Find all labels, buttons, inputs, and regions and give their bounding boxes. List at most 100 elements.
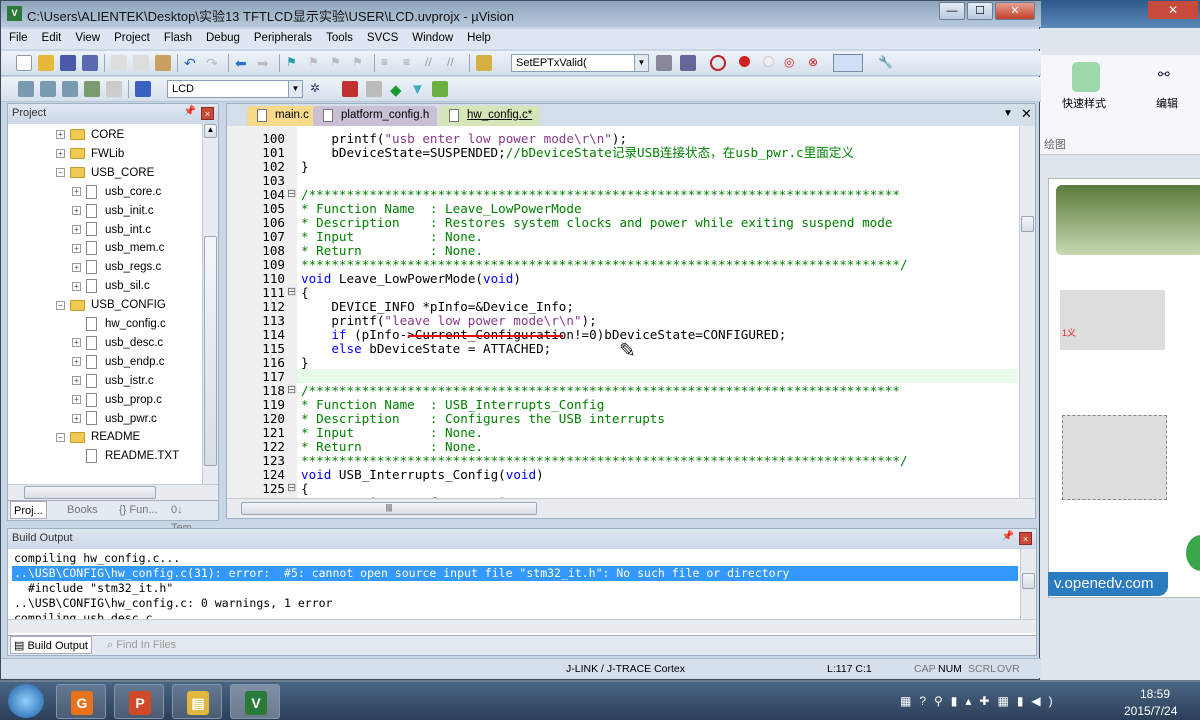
- collapse-icon[interactable]: −: [56, 168, 65, 178]
- code-line[interactable]: bDeviceState=SUSPENDED;//bDeviceState记录U…: [301, 146, 854, 160]
- tab-hw-config-c[interactable]: hw_config.c*: [439, 106, 541, 126]
- build-output-line[interactable]: compiling hw_config.c...: [14, 551, 180, 566]
- build-output-line[interactable]: ..\USB\CONFIG\hw_config.c(31): error: #5…: [12, 566, 1018, 581]
- pin-icon[interactable]: 📌: [1002, 531, 1014, 542]
- tab-project[interactable]: Proj...: [10, 501, 47, 519]
- code-line[interactable]: /***************************************…: [301, 188, 900, 202]
- code-line[interactable]: * Return : None.: [301, 244, 483, 258]
- new-file-icon[interactable]: [16, 55, 32, 71]
- menu-flash[interactable]: Flash: [156, 29, 198, 44]
- env-icon[interactable]: [432, 81, 448, 97]
- code-line[interactable]: {: [301, 286, 309, 300]
- build-output-line[interactable]: #include "stm32_it.h": [14, 581, 173, 596]
- kill-all-breakpoints-icon[interactable]: ⊗: [808, 55, 824, 71]
- save-icon[interactable]: [60, 55, 76, 71]
- tree-item[interactable]: + CORE: [56, 127, 124, 143]
- expand-icon[interactable]: +: [72, 281, 81, 291]
- close-panel-icon[interactable]: ×: [1019, 532, 1032, 545]
- tree-item[interactable]: − README: [56, 429, 140, 445]
- editor-horizontal-scrollbar[interactable]: |||: [227, 498, 1035, 518]
- scroll-thumb[interactable]: [1022, 573, 1035, 589]
- tree-item[interactable]: + FWLib: [56, 146, 124, 162]
- manage-components-icon[interactable]: [342, 81, 358, 97]
- menu-help[interactable]: Help: [459, 29, 497, 44]
- copy-icon[interactable]: [133, 55, 149, 71]
- redo-icon[interactable]: ↷: [206, 55, 222, 71]
- close-button[interactable]: ✕: [995, 2, 1035, 20]
- expand-icon[interactable]: +: [72, 262, 81, 272]
- find-combo[interactable]: SetEPTxValid(▼: [511, 54, 649, 72]
- expand-icon[interactable]: +: [72, 224, 81, 234]
- debug-session-icon[interactable]: [710, 55, 726, 71]
- clear-bookmarks-icon[interactable]: ⚑: [352, 55, 368, 71]
- scroll-up-icon[interactable]: ▲: [204, 124, 217, 138]
- menu-edit[interactable]: Edit: [34, 29, 68, 44]
- tree-item[interactable]: + usb_endp.c: [72, 354, 164, 370]
- expand-icon[interactable]: +: [72, 187, 81, 197]
- expand-icon[interactable]: +: [72, 206, 81, 216]
- maximize-button[interactable]: ☐: [967, 2, 993, 20]
- select-packs-icon[interactable]: [366, 81, 382, 97]
- code-line[interactable]: * Description : Configures the USB inter…: [301, 412, 665, 426]
- code-line[interactable]: * Function Name : USB_Interrupts_Config: [301, 398, 604, 412]
- rebuild-icon[interactable]: [62, 81, 78, 97]
- build-icon[interactable]: [40, 81, 56, 97]
- editor-vertical-scrollbar[interactable]: [1019, 126, 1035, 498]
- bookmark-icon[interactable]: ⚑: [286, 55, 302, 71]
- build-output-text[interactable]: compiling hw_config.c... ..\USB\CONFIG\hw…: [8, 549, 1018, 619]
- tab-templates[interactable]: 0↓ Tem...: [168, 501, 218, 534]
- clock-date[interactable]: 2015/7/24: [1124, 704, 1177, 718]
- quick-styles-icon[interactable]: [1072, 62, 1100, 92]
- taskbar-file-explorer[interactable]: ▤: [172, 684, 222, 719]
- collapse-icon[interactable]: −: [56, 432, 65, 442]
- tree-item[interactable]: README.TXT: [72, 448, 179, 464]
- menu-project[interactable]: Project: [106, 29, 156, 44]
- nav-forward-icon[interactable]: ➡: [257, 55, 273, 71]
- expand-icon[interactable]: +: [56, 130, 65, 140]
- translate-icon[interactable]: [18, 81, 34, 97]
- chevron-down-icon[interactable]: ▼: [634, 55, 648, 71]
- target-combo[interactable]: LCD ▼: [167, 80, 303, 98]
- save-all-icon[interactable]: [82, 55, 98, 71]
- code-line[interactable]: * Description : Restores system clocks a…: [301, 216, 892, 230]
- scroll-thumb[interactable]: [204, 236, 217, 466]
- menu-svcs[interactable]: SVCS: [359, 29, 404, 44]
- next-bookmark-icon[interactable]: ⚑: [330, 55, 346, 71]
- tree-item[interactable]: + usb_mem.c: [72, 240, 164, 256]
- code-line[interactable]: * Return : None.: [301, 440, 483, 454]
- clock-time[interactable]: 18:59: [1140, 687, 1170, 701]
- window-layout-button[interactable]: [833, 54, 863, 72]
- rte-icon[interactable]: ▼: [410, 81, 426, 98]
- pin-icon[interactable]: 📌: [184, 106, 196, 117]
- tab-list-chevron-icon[interactable]: ▼: [1003, 108, 1013, 119]
- scroll-thumb[interactable]: [24, 486, 156, 499]
- tree-item[interactable]: + usb_desc.c: [72, 335, 163, 351]
- start-button[interactable]: [8, 684, 44, 718]
- menu-file[interactable]: File: [1, 29, 34, 44]
- tree-item[interactable]: − USB_CONFIG: [56, 297, 166, 313]
- expand-icon[interactable]: +: [72, 338, 81, 348]
- taskbar-uvision[interactable]: V: [230, 684, 280, 719]
- tab-functions[interactable]: {} Fun...: [116, 501, 161, 519]
- cut-icon[interactable]: [111, 55, 127, 71]
- scroll-thumb[interactable]: [1021, 216, 1034, 232]
- indent-icon[interactable]: ≡: [381, 55, 397, 71]
- comment-icon[interactable]: //: [425, 55, 441, 71]
- tree-item[interactable]: − USB_CORE: [56, 165, 154, 181]
- close-button[interactable]: ✕: [1148, 1, 1198, 19]
- tab-books[interactable]: Books: [64, 501, 101, 519]
- open-folder-icon[interactable]: [38, 55, 54, 71]
- code-line[interactable]: else bDeviceState = ATTACHED;: [301, 342, 551, 356]
- close-panel-icon[interactable]: ×: [201, 107, 214, 120]
- code-editor[interactable]: main.c platform_config.h hw_config.c* ▼ …: [226, 103, 1036, 519]
- tree-item[interactable]: + usb_sil.c: [72, 278, 150, 294]
- expand-icon[interactable]: +: [72, 376, 81, 386]
- expand-icon[interactable]: +: [72, 357, 81, 367]
- stop-build-icon[interactable]: [106, 81, 122, 97]
- menu-window[interactable]: Window: [404, 29, 459, 44]
- system-tray-icons[interactable]: ▦?⚲▮▴✚▦▮◀): [900, 694, 1061, 708]
- expand-icon[interactable]: +: [72, 413, 81, 423]
- disable-breakpoint-icon[interactable]: [763, 56, 774, 67]
- tree-item[interactable]: + usb_regs.c: [72, 259, 161, 275]
- disable-all-breakpoints-icon[interactable]: ◎: [784, 55, 800, 71]
